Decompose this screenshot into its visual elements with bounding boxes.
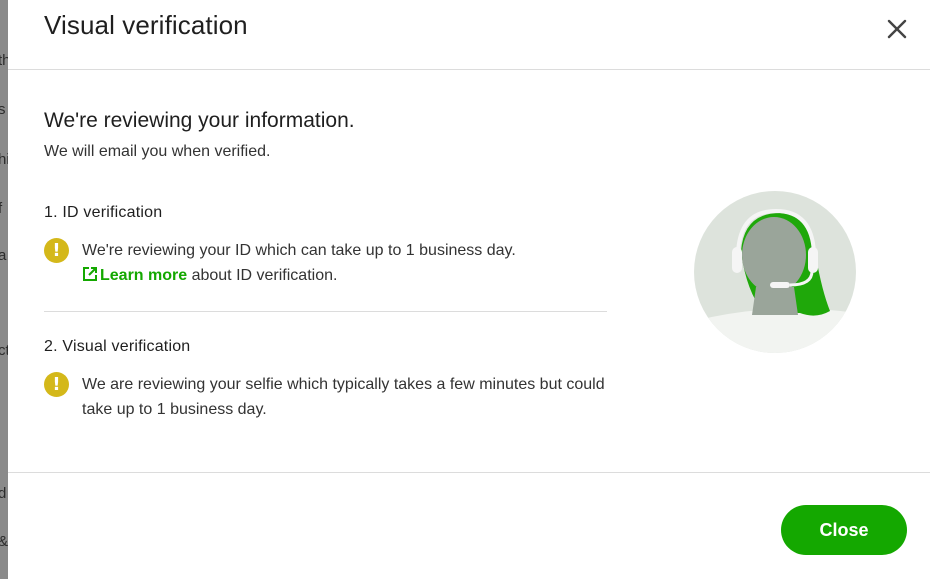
backdrop-text: f [0, 200, 3, 217]
warning-icon: ! [44, 372, 69, 397]
step-text-visual: We are reviewing your selfie which typic… [82, 376, 605, 418]
footer-divider [8, 472, 930, 473]
close-icon[interactable] [884, 16, 910, 42]
modal-header: Visual verification [8, 0, 930, 70]
close-button[interactable]: Close [781, 505, 907, 555]
learn-more-label: Learn more [100, 267, 188, 284]
status-subheading: We will email you when verified. [44, 143, 271, 160]
support-agent-headset-icon [694, 191, 856, 353]
modal-title: Visual verification [44, 10, 248, 40]
learn-more-row: Learn more about ID verification. [82, 263, 622, 288]
step-title-visual-verification: 2. Visual verification [44, 338, 191, 355]
external-link-icon [83, 267, 97, 281]
backdrop-text: hi [0, 151, 8, 168]
page-backdrop: th s hi f a ct d & [0, 0, 8, 579]
status-heading: We're reviewing your information. [44, 109, 355, 132]
learn-more-link[interactable]: Learn more [82, 267, 187, 284]
step-text-id: We're reviewing your ID which can take u… [82, 242, 516, 259]
backdrop-text: th [0, 52, 8, 69]
learn-more-suffix: about ID verification. [187, 267, 338, 284]
verification-modal: Visual verification We're reviewing your… [8, 0, 930, 579]
backdrop-text: a [0, 247, 7, 264]
backdrop-text: s [0, 101, 6, 118]
backdrop-text: ct [0, 342, 8, 359]
warning-icon: ! [44, 238, 69, 263]
step-title-id-verification: 1. ID verification [44, 204, 163, 221]
backdrop-text: d [0, 485, 7, 502]
backdrop-text: & [0, 533, 8, 550]
step-description-id: We're reviewing your ID which can take u… [82, 238, 622, 288]
step-divider [44, 311, 607, 312]
